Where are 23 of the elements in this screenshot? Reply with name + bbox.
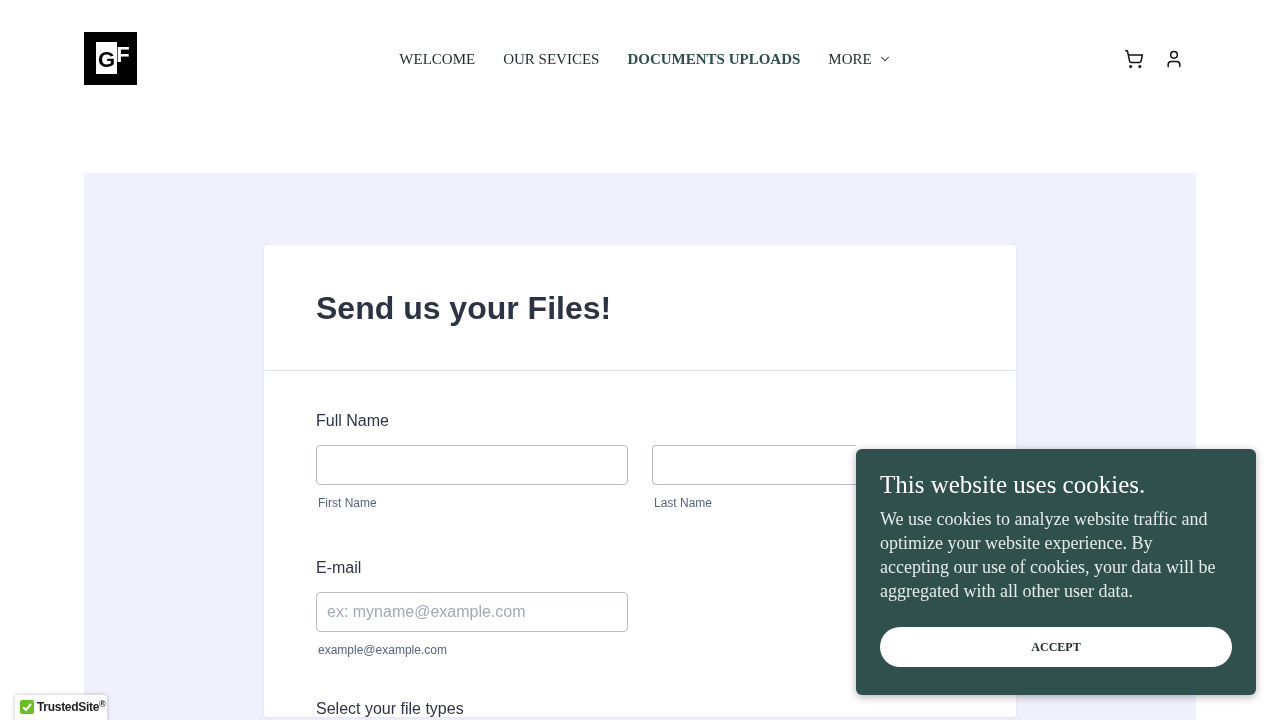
logo[interactable]: GF	[84, 32, 137, 85]
cart-icon[interactable]	[1124, 48, 1144, 69]
field-label: E-mail	[316, 560, 362, 576]
accept-button[interactable]: ACCEPT	[880, 627, 1232, 667]
nav-link[interactable]: WELCOME	[399, 48, 476, 69]
cookie-text: We use cookies to analyze website traffic and optimize your website experience. By accepting our use of cookies, your data will be aggregated with all other user data.	[880, 508, 1217, 603]
badge-label: TrustedSite$^{®}$	[37, 700, 106, 714]
form-title: Send us your Files!	[316, 288, 612, 328]
text-input[interactable]	[316, 445, 628, 485]
field-hint: example@example.com	[317, 643, 448, 657]
text-input[interactable]	[652, 445, 856, 485]
field-hint: First Name	[317, 496, 378, 510]
nav-menu-item[interactable]: MORE	[828, 48, 892, 69]
cookie-title: This website uses cookies.	[880, 470, 1147, 500]
nav-link[interactable]: DOCUMENTS UPLOADS	[627, 48, 801, 69]
checkmark-icon	[20, 700, 34, 714]
field-label: Full Name	[316, 413, 389, 429]
field-label: Select your file types	[316, 701, 464, 717]
user-icon[interactable]	[1164, 48, 1184, 69]
field-hint: Last Name	[653, 496, 714, 510]
text-input[interactable]: ex: myname@example.com	[316, 592, 628, 632]
nav-link[interactable]: OUR SEVICES	[503, 48, 600, 69]
trust-badge[interactable]: TrustedSite$^{®}$	[15, 695, 107, 720]
